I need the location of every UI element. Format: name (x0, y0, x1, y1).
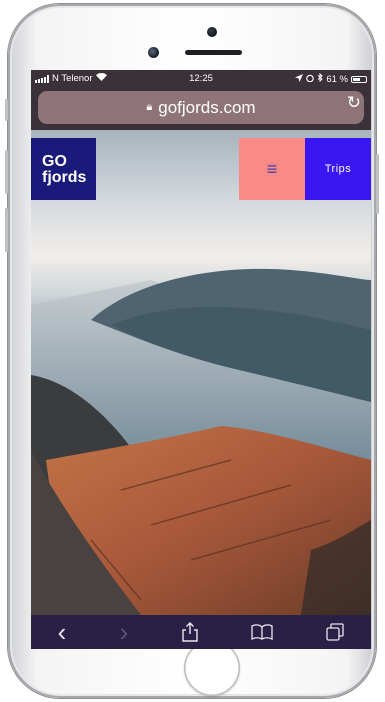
url-text: gofjords.com (158, 97, 256, 117)
volume-down-button (5, 208, 8, 252)
battery-icon (351, 75, 367, 83)
forward-icon[interactable]: › (120, 617, 129, 648)
menu-button[interactable]: ≡ (239, 138, 305, 200)
front-camera (148, 47, 159, 58)
location-icon (295, 73, 304, 85)
hamburger-icon: ≡ (266, 158, 278, 179)
status-bar: N Telenor 12:25 61 % (31, 70, 371, 86)
logo-line-1: GO (42, 153, 67, 170)
back-icon[interactable]: ‹ (58, 617, 67, 648)
trips-button[interactable]: Trips (305, 138, 371, 200)
tabs-icon[interactable] (326, 623, 344, 641)
site-logo[interactable]: GO fjords (31, 138, 96, 200)
reload-icon[interactable]: ↻ (347, 93, 361, 113)
phone-screen: N Telenor 12:25 61 % 🔒︎ gofjords.com ↻ G… (31, 70, 371, 649)
bookmarks-icon[interactable] (251, 624, 273, 640)
lock-icon: 🔒︎ (146, 101, 153, 113)
trips-label: Trips (324, 163, 352, 175)
alarm-icon (306, 74, 315, 85)
silent-switch (5, 99, 8, 121)
bluetooth-icon (317, 72, 324, 85)
logo-line-2: fjords (42, 169, 87, 186)
hero-image: GO fjords ≡ Trips (31, 130, 371, 615)
url-field[interactable]: 🔒︎ gofjords.com (38, 91, 364, 124)
browser-address-bar: 🔒︎ gofjords.com ↻ (31, 86, 371, 130)
power-button (376, 154, 379, 214)
share-icon[interactable] (181, 622, 198, 642)
battery-percent: 61 % (326, 73, 348, 85)
earpiece-speaker (185, 50, 242, 55)
volume-up-button (5, 150, 8, 194)
proximity-sensor (207, 27, 217, 37)
browser-toolbar: ‹ › (31, 615, 371, 649)
fjord-landscape (31, 268, 371, 615)
